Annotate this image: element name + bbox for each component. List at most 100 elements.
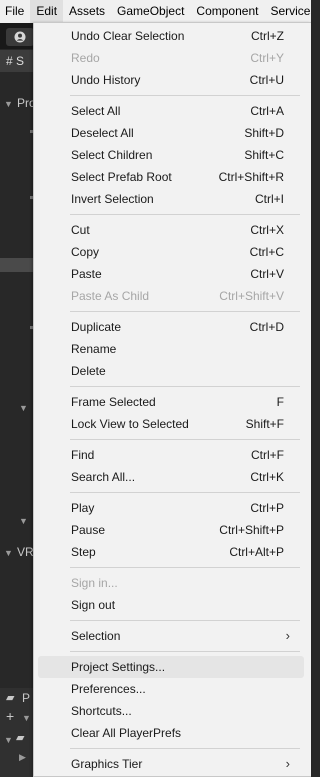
menu-item-copy[interactable]: Copy Ctrl+C <box>38 241 304 263</box>
account-button[interactable] <box>6 28 34 46</box>
menu-item-duplicate[interactable]: Duplicate Ctrl+D <box>38 316 304 338</box>
scene-tab-label: S <box>16 54 25 68</box>
menu-item-play[interactable]: Play Ctrl+P <box>38 497 304 519</box>
menu-item-shortcut: Ctrl+X <box>250 223 284 237</box>
menu-item-label: Copy <box>71 245 100 259</box>
menu-item-label: Frame Selected <box>71 395 156 409</box>
menu-item-shortcut: Ctrl+Alt+P <box>229 545 284 559</box>
menu-item-frame-selected[interactable]: Frame Selected F <box>38 391 304 413</box>
chevron-down-icon[interactable]: ▼ <box>22 713 31 723</box>
collapse-arrow-icon[interactable]: ▶ <box>19 752 26 763</box>
menu-item-redo: Redo Ctrl+Y <box>38 47 304 69</box>
account-icon <box>14 31 26 43</box>
menu-item-undo[interactable]: Undo Clear Selection Ctrl+Z <box>38 25 304 47</box>
menu-item-sign-out[interactable]: Sign out <box>38 594 304 616</box>
menu-separator <box>70 748 300 749</box>
menu-item-delete[interactable]: Delete <box>38 360 304 382</box>
menu-separator <box>70 567 300 568</box>
menu-item-preferences[interactable]: Preferences... <box>38 678 304 700</box>
menu-item-selection[interactable]: Selection › <box>38 625 304 647</box>
menu-item-paste-as-child: Paste As Child Ctrl+Shift+V <box>38 285 304 307</box>
expand-arrow-icon[interactable]: ▼ <box>4 548 13 558</box>
menu-item-shortcut: Ctrl+Shift+V <box>219 289 284 303</box>
menu-item-label: Project Settings... <box>71 660 166 674</box>
menu-item-lock-view[interactable]: Lock View to Selected Shift+F <box>38 413 304 435</box>
menu-item-label: Search All... <box>71 470 136 484</box>
menu-item-shortcut: Ctrl+P <box>250 501 284 515</box>
menu-item-label: Duplicate <box>71 320 122 334</box>
menu-item-label: Graphics Tier <box>71 757 143 771</box>
menu-separator <box>70 214 300 215</box>
menu-item-find[interactable]: Find Ctrl+F <box>38 444 304 466</box>
menu-item-label: Preferences... <box>71 682 146 696</box>
menu-item-rename[interactable]: Rename <box>38 338 304 360</box>
menu-gameobject[interactable]: GameObject <box>111 0 190 23</box>
menu-item-shortcut: Ctrl+K <box>250 470 284 484</box>
menu-item-invert-selection[interactable]: Invert Selection Ctrl+I <box>38 188 304 210</box>
menu-item-label: Shortcuts... <box>71 704 132 718</box>
menu-item-shortcut: Shift+D <box>244 126 284 140</box>
menu-item-label: Delete <box>71 364 106 378</box>
menu-item-sign-in: Sign in... <box>38 572 304 594</box>
menu-item-shortcut: Ctrl+U <box>249 73 284 87</box>
menu-item-select-children[interactable]: Select Children Shift+C <box>38 144 304 166</box>
menu-assets[interactable]: Assets <box>63 0 111 23</box>
scene-tab-glyph: # <box>6 54 13 68</box>
menu-item-label: Pause <box>71 523 106 537</box>
menu-item-shortcuts[interactable]: Shortcuts... <box>38 700 304 722</box>
menu-item-label: Undo Clear Selection <box>71 29 185 43</box>
menu-item-graphics-tier[interactable]: Graphics Tier › <box>38 753 304 775</box>
menu-item-label: Lock View to Selected <box>71 417 189 431</box>
expand-arrow-icon[interactable]: ▼ <box>19 516 28 526</box>
menu-separator <box>70 651 300 652</box>
menu-item-shortcut: Ctrl+Shift+P <box>219 523 284 537</box>
menu-item-shortcut: Ctrl+Shift+R <box>218 170 284 184</box>
menu-item-shortcut: Shift+F <box>245 417 284 431</box>
menu-item-label: Step <box>71 545 96 559</box>
menu-item-deselect-all[interactable]: Deselect All Shift+D <box>38 122 304 144</box>
menu-item-label: Invert Selection <box>71 192 154 206</box>
tree-item-vr[interactable]: VR <box>17 545 34 559</box>
menu-item-select-prefab-root[interactable]: Select Prefab Root Ctrl+Shift+R <box>38 166 304 188</box>
menu-item-cut[interactable]: Cut Ctrl+X <box>38 219 304 241</box>
menu-item-label: Paste As Child <box>71 289 150 303</box>
menu-separator <box>70 311 300 312</box>
menu-edit[interactable]: Edit <box>30 0 64 23</box>
menu-item-label: Redo <box>71 51 100 65</box>
menu-item-select-all[interactable]: Select All Ctrl+A <box>38 100 304 122</box>
folder-icon: ▰ <box>6 692 15 704</box>
menu-item-label: Paste <box>71 267 102 281</box>
menu-item-label: Select Prefab Root <box>71 170 172 184</box>
menu-separator <box>70 439 300 440</box>
menu-item-label: Find <box>71 448 95 462</box>
menu-separator <box>70 492 300 493</box>
menu-item-project-settings[interactable]: Project Settings... <box>38 656 304 678</box>
menu-item-search-all[interactable]: Search All... Ctrl+K <box>38 466 304 488</box>
menu-item-shortcut: Ctrl+Y <box>250 51 284 65</box>
project-panel-label: P <box>22 691 31 705</box>
menu-item-clear-playerprefs[interactable]: Clear All PlayerPrefs <box>38 722 304 744</box>
menu-item-label: Selection <box>71 629 121 643</box>
menu-file[interactable]: File <box>0 0 30 23</box>
menu-component[interactable]: Component <box>190 0 264 23</box>
menu-item-shortcut: Ctrl+F <box>251 448 284 462</box>
expand-arrow-icon[interactable]: ▼ <box>4 735 13 745</box>
menu-item-undo-history[interactable]: Undo History Ctrl+U <box>38 69 304 91</box>
chevron-right-icon: › <box>285 628 290 643</box>
menu-item-label: Cut <box>71 223 90 237</box>
menu-item-step[interactable]: Step Ctrl+Alt+P <box>38 541 304 563</box>
menu-item-shortcut: Shift+C <box>244 148 284 162</box>
menu-item-pause[interactable]: Pause Ctrl+Shift+P <box>38 519 304 541</box>
menu-item-shortcut: F <box>276 395 284 409</box>
menu-separator <box>70 620 300 621</box>
expand-arrow-icon[interactable]: ▼ <box>4 99 13 109</box>
menu-item-paste[interactable]: Paste Ctrl+V <box>38 263 304 285</box>
expand-arrow-icon[interactable]: ▼ <box>19 403 28 413</box>
menu-item-label: Undo History <box>71 73 141 87</box>
menu-item-label: Sign out <box>71 598 116 612</box>
menu-item-shortcut: Ctrl+V <box>250 267 284 281</box>
menu-item-shortcut: Ctrl+I <box>254 192 284 206</box>
add-icon[interactable]: + <box>6 708 14 724</box>
menu-services[interactable]: Services <box>264 0 311 23</box>
menu-item-label: Sign in... <box>71 576 118 590</box>
